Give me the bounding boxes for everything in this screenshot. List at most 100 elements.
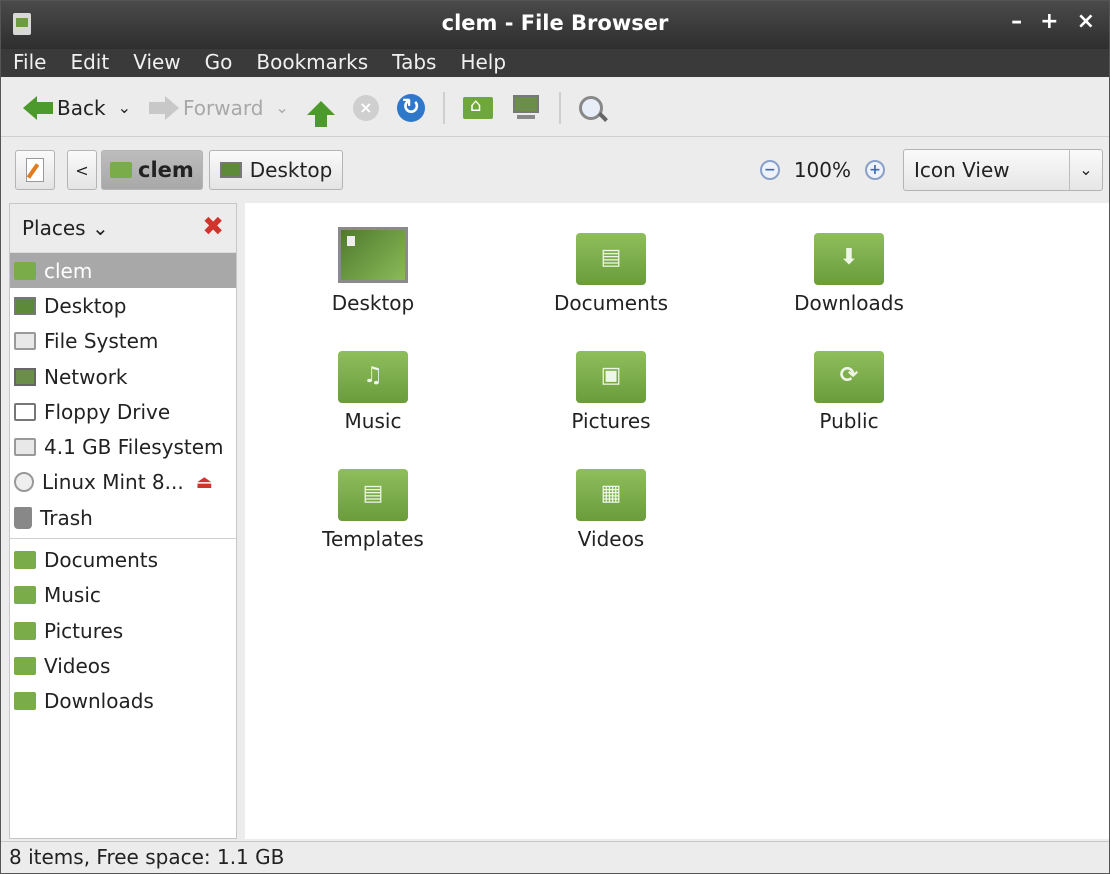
desktop-icon: [338, 227, 408, 283]
file-item-pictures[interactable]: ▣ Pictures: [521, 343, 701, 433]
drive-icon: [14, 438, 36, 457]
chevron-down-icon[interactable]: ⌄: [1069, 150, 1102, 190]
sidebar-item-videos[interactable]: Videos: [10, 648, 236, 683]
file-item-music[interactable]: ♫ Music: [283, 343, 463, 433]
maximize-button[interactable]: +: [1040, 9, 1058, 34]
file-item-downloads[interactable]: ⬇ Downloads: [759, 225, 939, 315]
menu-file[interactable]: File: [13, 49, 46, 77]
music-folder-icon: ♫: [338, 343, 408, 403]
templates-folder-icon: ▤: [338, 461, 408, 521]
sidebar-item-clem[interactable]: clem: [10, 253, 236, 289]
videos-folder-icon: ▦: [576, 461, 646, 521]
file-item-label: Videos: [577, 527, 645, 551]
zoom-out-icon[interactable]: −: [759, 160, 780, 180]
sidebar-item-pictures[interactable]: Pictures: [10, 613, 236, 648]
title-bar[interactable]: clem - File Browser – + ×: [1, 1, 1109, 49]
sidebar-item-filesystem[interactable]: 4.1 GB Filesystem: [10, 429, 236, 464]
location-bar: < clem Desktop − 100% + Icon View ⌄: [1, 139, 1109, 201]
view-mode-value: Icon View: [914, 158, 1010, 182]
back-label: Back: [57, 95, 106, 120]
sidebar-header: Places ⌄ ✖: [10, 204, 236, 253]
menu-view[interactable]: View: [133, 49, 180, 77]
sidebar-item-label: File System: [44, 329, 159, 354]
forward-arrow-icon: [164, 95, 179, 120]
stop-icon: ×: [352, 94, 379, 121]
folder-icon: [14, 586, 36, 605]
sidebar-item-floppy-drive[interactable]: Floppy Drive: [10, 394, 236, 429]
up-button[interactable]: [306, 100, 335, 127]
file-item-desktop[interactable]: Desktop: [283, 225, 463, 315]
minimize-button[interactable]: –: [1011, 9, 1022, 34]
chevron-down-icon[interactable]: ⌄: [275, 98, 288, 117]
breadcrumb-label: clem: [138, 158, 194, 182]
reload-button[interactable]: ↻: [396, 93, 425, 122]
search-button[interactable]: [578, 95, 603, 120]
sidebar-item-music[interactable]: Music: [10, 578, 236, 613]
sidebar-item-label: Trash: [40, 505, 93, 530]
icon-view[interactable]: Desktop ▤ Documents ⬇ Downloads ♫ Music …: [245, 203, 1109, 839]
menu-edit[interactable]: Edit: [70, 49, 109, 77]
close-button[interactable]: ×: [1077, 9, 1095, 34]
breadcrumb-clem[interactable]: clem: [101, 150, 203, 190]
sidebar-item-label: Floppy Drive: [44, 399, 171, 424]
sidebar-item-label: Network: [44, 364, 128, 389]
stop-button[interactable]: ×: [352, 94, 379, 121]
breadcrumb-scroll-left-button[interactable]: <: [67, 150, 97, 190]
folder-icon: [14, 692, 36, 711]
forward-button[interactable]: Forward ⌄: [148, 95, 289, 120]
downloads-folder-icon: ⬇: [814, 225, 884, 285]
desktop-icon: [14, 296, 36, 315]
sidebar-item-documents[interactable]: Documents: [10, 542, 236, 577]
computer-icon: [511, 94, 541, 121]
sidebar-separator: [10, 538, 236, 540]
sidebar-item-trash[interactable]: Trash: [10, 500, 236, 535]
sidebar-item-network[interactable]: Network: [10, 359, 236, 394]
cd-icon: [14, 472, 34, 493]
menu-help[interactable]: Help: [460, 49, 506, 77]
sidebar-item-downloads[interactable]: Downloads: [10, 684, 236, 719]
places-dropdown[interactable]: Places ⌄: [22, 216, 109, 240]
file-item-label: Templates: [322, 527, 424, 551]
menu-bookmarks[interactable]: Bookmarks: [256, 49, 368, 77]
view-mode-select[interactable]: Icon View ⌄: [903, 149, 1103, 191]
toolbar-separator: [558, 91, 561, 124]
file-item-documents[interactable]: ▤ Documents: [521, 225, 701, 315]
menu-tabs[interactable]: Tabs: [392, 49, 436, 77]
window-title: clem - File Browser: [441, 11, 669, 35]
back-button[interactable]: Back ⌄: [23, 95, 131, 120]
home-button[interactable]: [462, 95, 493, 119]
sidebar-item-label: Documents: [44, 548, 159, 573]
breadcrumb-desktop[interactable]: Desktop: [208, 150, 344, 190]
status-bar: 8 items, Free space: 1.1 GB: [1, 841, 1109, 873]
sidebar-item-linux-mint[interactable]: Linux Mint 8... ⏏: [10, 465, 236, 500]
file-item-public[interactable]: ⟳ Public: [759, 343, 939, 433]
folder-icon: [14, 656, 36, 675]
sidebar-item-desktop[interactable]: Desktop: [10, 288, 236, 323]
public-folder-icon: ⟳: [814, 343, 884, 403]
eject-icon[interactable]: ⏏: [196, 472, 213, 493]
toggle-location-entry-button[interactable]: [15, 150, 55, 190]
file-item-label: Downloads: [794, 291, 904, 315]
reload-icon: ↻: [396, 93, 425, 122]
pictures-folder-icon: ▣: [576, 343, 646, 403]
chevron-down-icon[interactable]: ⌄: [118, 98, 131, 117]
sidebar-item-label: Music: [44, 583, 101, 608]
close-sidebar-icon[interactable]: ✖: [202, 212, 224, 242]
menu-bar: File Edit View Go Bookmarks Tabs Help: [1, 49, 1109, 77]
sidebar-item-label: Desktop: [44, 293, 127, 318]
file-item-videos[interactable]: ▦ Videos: [521, 461, 701, 551]
file-item-templates[interactable]: ▤ Templates: [283, 461, 463, 551]
menu-go[interactable]: Go: [205, 49, 233, 77]
file-item-label: Music: [344, 409, 402, 433]
zoom-in-icon[interactable]: +: [865, 160, 885, 180]
floppy-icon: [14, 402, 36, 421]
zoom-control: − 100% +: [759, 139, 885, 201]
sidebar-item-label: 4.1 GB Filesystem: [44, 435, 224, 460]
breadcrumb-label: Desktop: [249, 158, 333, 182]
file-item-label: Pictures: [571, 409, 651, 433]
computer-button[interactable]: [511, 94, 541, 121]
trash-icon: [14, 506, 32, 529]
sidebar-item-label: Downloads: [44, 689, 154, 714]
sidebar-item-file-system[interactable]: File System: [10, 324, 236, 359]
sidebar-item-label: Linux Mint 8...: [42, 470, 184, 495]
